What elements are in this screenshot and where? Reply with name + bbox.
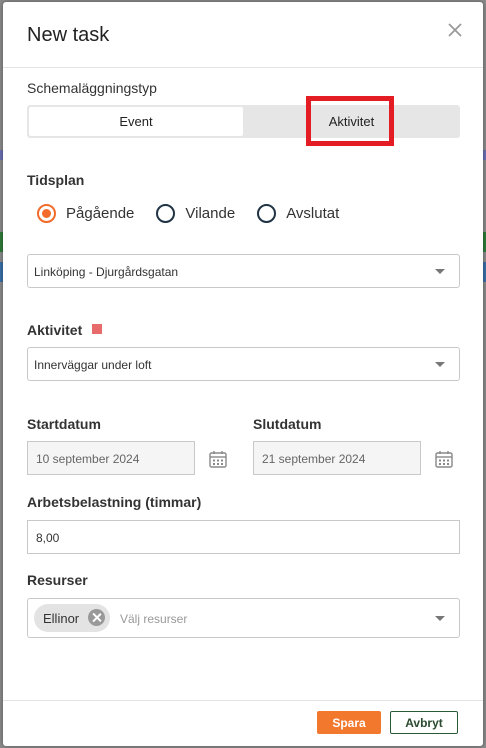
radio-vilande[interactable]: Vilande bbox=[156, 204, 235, 223]
activity-label: Aktivitet bbox=[27, 322, 83, 338]
chevron-down-icon bbox=[435, 362, 445, 367]
activity-select[interactable]: Innerväggar under loft bbox=[27, 347, 460, 381]
dialog-header: New task bbox=[3, 2, 483, 68]
resource-chip: Ellinor bbox=[34, 604, 110, 632]
workload-label: Arbetsbelastning (timmar) bbox=[27, 494, 202, 510]
scheduling-type-label: Schemaläggningstyp bbox=[27, 80, 157, 96]
radio-label: Vilande bbox=[185, 205, 236, 222]
schedule-label: Tidsplan bbox=[27, 172, 85, 188]
workload-value: 8,00 bbox=[36, 531, 60, 545]
event-option[interactable]: Event bbox=[29, 107, 243, 136]
end-date-label: Slutdatum bbox=[253, 416, 322, 432]
location-value: Linköping - Djurgårdsgatan bbox=[34, 265, 179, 279]
radio-pagaende[interactable]: Pågående bbox=[37, 204, 134, 223]
resources-label: Resurser bbox=[27, 572, 88, 588]
end-date-value: 21 september 2024 bbox=[262, 452, 366, 466]
status-radio-group: Pågående Vilande Avslutat bbox=[37, 204, 361, 223]
activity-value: Innerväggar under loft bbox=[34, 358, 152, 372]
resources-select[interactable]: Ellinor Välj resurser bbox=[27, 598, 460, 638]
resources-placeholder: Välj resurser bbox=[120, 612, 188, 626]
dialog-title: New task bbox=[27, 24, 110, 46]
calendar-icon[interactable] bbox=[209, 450, 227, 468]
new-task-dialog: New task Schemaläggningstyp Event Aktivi… bbox=[3, 2, 483, 746]
radio-unselected-icon bbox=[156, 204, 176, 223]
workload-input[interactable]: 8,00 bbox=[27, 520, 460, 554]
resource-chip-label: Ellinor bbox=[43, 610, 80, 626]
end-date-field[interactable]: 21 september 2024 bbox=[253, 441, 421, 475]
calendar-icon[interactable] bbox=[435, 450, 453, 468]
activity-option[interactable]: Aktivitet bbox=[245, 107, 458, 136]
chevron-down-icon bbox=[435, 269, 445, 274]
radio-label: Avslutat bbox=[286, 205, 340, 222]
radio-unselected-icon bbox=[257, 204, 277, 223]
cancel-button[interactable]: Avbryt bbox=[390, 711, 458, 734]
start-date-value: 10 september 2024 bbox=[36, 452, 140, 466]
start-date-label: Startdatum bbox=[27, 416, 101, 432]
radio-label: Pågående bbox=[66, 205, 135, 222]
scheduling-type-toggle: Event Aktivitet bbox=[27, 105, 460, 138]
chevron-down-icon bbox=[435, 616, 445, 621]
remove-icon[interactable] bbox=[88, 609, 105, 626]
save-button[interactable]: Spara bbox=[317, 711, 381, 734]
close-icon[interactable] bbox=[445, 20, 465, 40]
radio-selected-icon bbox=[37, 204, 56, 223]
start-date-field[interactable]: 10 september 2024 bbox=[27, 441, 195, 475]
radio-avslutat[interactable]: Avslutat bbox=[257, 204, 339, 223]
activity-color-swatch bbox=[92, 324, 102, 334]
location-select[interactable]: Linköping - Djurgårdsgatan bbox=[27, 254, 460, 288]
